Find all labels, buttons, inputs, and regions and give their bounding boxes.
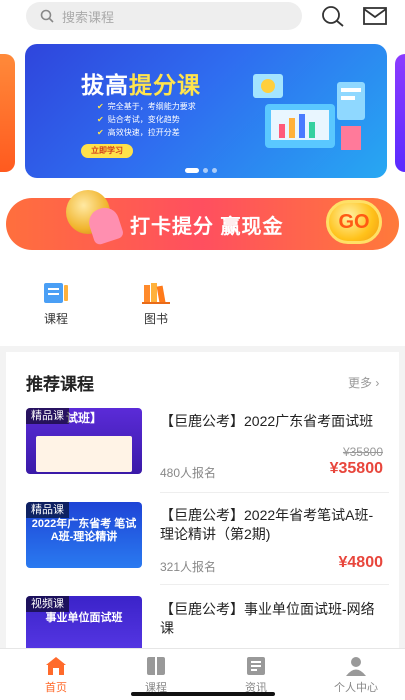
promo-banner[interactable]: 拔高提分课 完全基于，考纲能力要求 贴合考试，变化趋势 高效快速，拉开分差 立即…: [25, 44, 387, 178]
ad-text: 打卡提分 赢现金: [130, 216, 284, 238]
category-course[interactable]: 课程: [26, 282, 86, 327]
search-placeholder: 搜索课程: [62, 9, 115, 25]
divider: [160, 492, 389, 493]
section-title: 推荐课程: [26, 375, 94, 394]
books-icon: [142, 283, 170, 304]
more-link[interactable]: 更多 ›: [348, 374, 379, 391]
search-icon[interactable]: [320, 4, 346, 28]
course-title: 【巨鹿公考】2022广东省考面试班: [160, 413, 374, 429]
category-row: 课程 图书: [0, 272, 405, 338]
hero-section: 拔高提分课 完全基于，考纲能力要求 贴合考试，变化趋势 高效快速，拉开分差 立即…: [0, 36, 405, 346]
enroll-count: 480人报名: [160, 466, 217, 480]
tab-home[interactable]: 首页: [26, 655, 86, 695]
carousel-indicators: [185, 168, 217, 173]
mail-icon[interactable]: [362, 4, 388, 28]
banner-learn-button[interactable]: 立即学习: [81, 144, 133, 158]
top-bar: 搜索课程: [0, 0, 405, 36]
course-price: ¥35800: [329, 460, 383, 477]
search-input[interactable]: 搜索课程: [26, 2, 302, 30]
banner-illustration: [253, 74, 365, 150]
course-card[interactable]: 2022年广东省考 笔试A班-理论精讲 精品课 【巨鹿公考】2022年省考笔试A…: [26, 502, 389, 582]
course-thumbnail: 试班】 精品课: [26, 408, 142, 474]
original-price: ¥35800: [342, 445, 383, 459]
carousel-next-slide[interactable]: [395, 54, 405, 172]
course-tag: 精品课: [26, 502, 69, 518]
divider: [160, 584, 389, 585]
tab-profile[interactable]: 个人中心: [326, 655, 386, 695]
course-tag: 视频课: [26, 596, 69, 612]
course-card[interactable]: 试班】 精品课 【巨鹿公考】2022广东省考面试班 480人报名 ¥35800 …: [26, 408, 389, 488]
enroll-count: 321人报名: [160, 560, 217, 574]
category-label: 课程: [43, 312, 68, 326]
recommended-section: 推荐课程 更多 › 试班】 精品课 【巨鹿公考】2022广东省考面试班 480人…: [6, 352, 399, 662]
home-indicator: [131, 692, 275, 696]
carousel-prev-slide[interactable]: [0, 54, 15, 172]
course-title: 【巨鹿公考】事业单位面试班-网络课: [160, 601, 375, 636]
category-books[interactable]: 图书: [126, 282, 186, 327]
course-tag: 精品课: [26, 408, 69, 424]
course-thumbnail: 2022年广东省考 笔试A班-理论精讲 精品课: [26, 502, 142, 568]
tab-course[interactable]: 课程: [126, 655, 186, 695]
banner-points: 完全基于，考纲能力要求 贴合考试，变化趋势 高效快速，拉开分差: [97, 100, 196, 139]
tab-news[interactable]: 资讯: [226, 655, 286, 695]
course-icon: [44, 283, 68, 303]
go-button[interactable]: GO: [326, 200, 382, 244]
news-icon: [247, 657, 265, 675]
course-price: ¥4800: [338, 554, 384, 571]
search-icon: [40, 9, 54, 23]
chevron-right-icon: ›: [375, 376, 380, 390]
category-label: 图书: [143, 312, 168, 326]
bottom-tab-bar: 首页 课程 资讯 个人中心: [0, 648, 405, 700]
user-icon: [346, 657, 366, 676]
checkin-ad-banner[interactable]: 打卡提分 赢现金 GO: [6, 190, 399, 250]
home-icon: [46, 657, 66, 675]
course-tab-icon: [147, 657, 165, 675]
banner-title: 拔高提分课: [81, 72, 201, 98]
course-title: 【巨鹿公考】2022年省考笔试A班-理论精讲（第2期): [160, 507, 374, 542]
